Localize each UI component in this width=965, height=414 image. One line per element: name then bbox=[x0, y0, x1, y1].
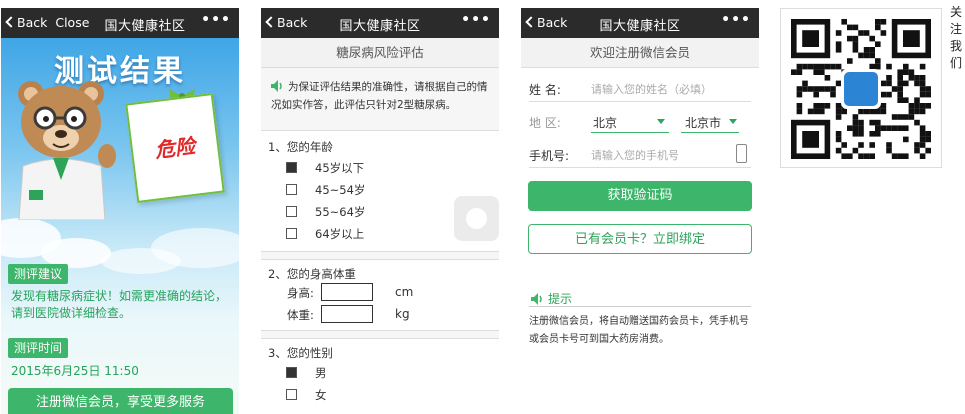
region-row: 地 区: 北京 北京市 bbox=[529, 111, 751, 135]
page-subtitle: 糖尿病风险评估 bbox=[261, 38, 499, 68]
age-option-1[interactable]: 45岁以下 bbox=[286, 160, 364, 176]
page-subtitle: 欢迎注册微信会员 bbox=[521, 38, 759, 68]
advice-tag: 测评建议 bbox=[8, 264, 69, 284]
phone-row: 手机号: 请输入您的手机号 bbox=[529, 144, 751, 168]
result-screen: 测试结果 危险 Back Close 国大健康社区 ••• 测评建议 发现有糖尿病… bbox=[1, 8, 239, 414]
question-gender: 3、您的性别 男 女 bbox=[261, 338, 499, 414]
nav-bar: Back Close 国大健康社区 ••• bbox=[1, 8, 239, 38]
brand-logo-icon bbox=[841, 69, 881, 109]
checkbox[interactable] bbox=[286, 184, 297, 195]
weight-label: 体重: bbox=[287, 308, 314, 322]
speaker-icon bbox=[271, 80, 282, 92]
phone-input[interactable]: 请输入您的手机号 bbox=[591, 147, 679, 163]
name-label: 姓 名: bbox=[529, 83, 561, 97]
notice: 为保证评估结果的准确性，请根据自己的情况如实作答，此评估只针对2型糖尿病。 bbox=[271, 80, 488, 111]
floating-assistive-button[interactable] bbox=[454, 196, 499, 241]
speaker-icon bbox=[531, 293, 542, 305]
weight-unit: kg bbox=[395, 307, 410, 321]
bind-card-button[interactable]: 已有会员卡？立即绑定 bbox=[528, 224, 752, 254]
risk-level-text: 危险 bbox=[153, 133, 197, 163]
mobile-phone-icon bbox=[736, 144, 747, 163]
checkbox[interactable] bbox=[286, 228, 297, 239]
dropdown-arrow-icon bbox=[657, 119, 665, 124]
name-input[interactable]: 请输入您的姓名（必填） bbox=[591, 81, 712, 97]
gender-option-male[interactable]: 男 bbox=[286, 365, 327, 381]
advice-text: 发现有糖尿病症状！如需更准确的结论，请到医院做详细检查。 bbox=[11, 289, 228, 320]
more-menu-icon[interactable]: ••• bbox=[201, 12, 231, 28]
height-label: 身高: bbox=[287, 286, 314, 300]
more-menu-icon[interactable]: ••• bbox=[721, 12, 751, 28]
more-menu-icon[interactable]: ••• bbox=[461, 12, 491, 28]
register-screen: Back 国大健康社区 ••• 欢迎注册微信会员 姓 名: 请输入您的姓名（必填… bbox=[521, 8, 759, 414]
province-select[interactable]: 北京 bbox=[591, 111, 669, 133]
name-row: 姓 名: 请输入您的姓名（必填） bbox=[529, 78, 751, 102]
question-height-weight: 2、您的身高体重 身高: cm 体重: kg bbox=[261, 259, 499, 331]
checkbox[interactable] bbox=[286, 389, 297, 400]
risk-card: 危险 bbox=[125, 93, 225, 203]
question-title: 2、您的身高体重 bbox=[268, 267, 356, 281]
checkbox[interactable] bbox=[286, 206, 297, 217]
get-code-button[interactable]: 获取验证码 bbox=[528, 181, 752, 211]
question-title: 3、您的性别 bbox=[268, 346, 333, 360]
checkbox-checked[interactable] bbox=[286, 367, 297, 378]
age-option-3[interactable]: 55~64岁 bbox=[286, 204, 365, 220]
city-select[interactable]: 北京市 bbox=[681, 111, 739, 133]
dropdown-arrow-icon bbox=[729, 119, 737, 124]
doctor-bear-illustration bbox=[18, 81, 116, 220]
test-time: 2015年6月25日 11:50 bbox=[11, 364, 139, 378]
age-option-4[interactable]: 64岁以上 bbox=[286, 226, 364, 242]
region-label: 地 区: bbox=[529, 116, 561, 130]
divider bbox=[529, 306, 751, 307]
assessment-screen: Back 国大健康社区 ••• 糖尿病风险评估 为保证评估结果的准确性，请根据自… bbox=[261, 8, 499, 414]
qr-code bbox=[780, 8, 942, 168]
question-title: 1、您的年龄 bbox=[268, 140, 333, 154]
age-option-2[interactable]: 45~54岁 bbox=[286, 182, 365, 198]
chevron-left-icon bbox=[5, 16, 17, 28]
tip-label: 提示 bbox=[531, 290, 572, 307]
time-tag: 测评时间 bbox=[8, 338, 69, 358]
tip-text: 注册微信会员，将自动赠送国药会员卡，凭手机号或会员卡号可到国大药房消费。 bbox=[529, 316, 749, 345]
nav-bar: Back 国大健康社区 ••• bbox=[261, 8, 499, 38]
height-unit: cm bbox=[395, 285, 414, 299]
weight-input[interactable] bbox=[321, 305, 373, 323]
follow-us-text: 关注我们 bbox=[950, 5, 963, 70]
gender-option-female[interactable]: 女 bbox=[286, 387, 327, 403]
phone-label: 手机号: bbox=[529, 149, 570, 163]
checkbox-checked[interactable] bbox=[286, 162, 297, 173]
register-member-button[interactable]: 注册微信会员，享受更多服务 bbox=[8, 388, 233, 414]
height-input[interactable] bbox=[321, 283, 373, 301]
nav-bar: Back 国大健康社区 ••• bbox=[521, 8, 759, 38]
